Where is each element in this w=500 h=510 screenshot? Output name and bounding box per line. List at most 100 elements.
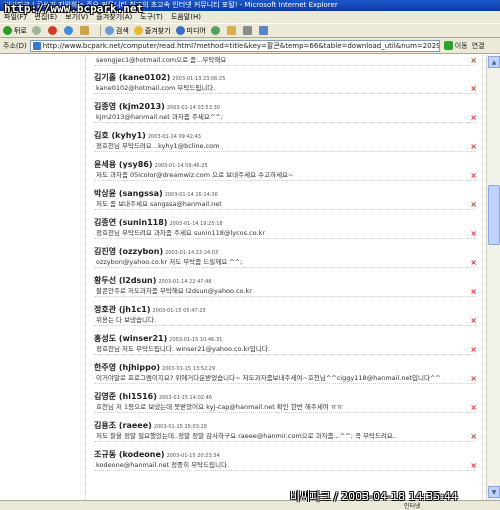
comment-item: 황두선 (l2dsun) 2003-01-14 22:47:48 팔콘안주로 저도… [94, 275, 476, 297]
comment-author: 김영준 (hi1516) [94, 392, 157, 401]
menu-help[interactable]: 도움말(H) [171, 12, 201, 22]
comment-text: 호천님 저 1등으로 보냈는데 못받았어요 kyj-cap@hanmail.ne… [94, 402, 476, 413]
delete-icon[interactable]: × [470, 257, 476, 267]
stop-icon [47, 26, 57, 35]
history-icon [210, 26, 220, 35]
comment-date: 2003-01-15 15:03:28 [153, 424, 207, 430]
menu-tools[interactable]: 도구(T) [140, 12, 163, 22]
forward-icon [31, 26, 41, 35]
delete-icon[interactable]: × [470, 402, 476, 412]
scroll-down-button[interactable]: ▼ [488, 486, 500, 498]
comment-item: 김호 (kyhy1) 2003-01-14 09:42:43 정호천님 부탁드려요… [94, 130, 476, 152]
delete-icon[interactable]: × [470, 344, 476, 354]
refresh-button[interactable] [63, 26, 75, 35]
watermark-timestamp: 비씨파크 / 2003-04-18 14:35:44 [290, 490, 459, 503]
history-button[interactable] [210, 26, 222, 35]
go-button[interactable]: 이동 [443, 41, 468, 51]
back-button[interactable]: 뒤로 [3, 26, 27, 36]
comment-text: 이거야말로 프로그램이지요? 위에거다운받었습니다~ 저도과자좀보내주세여~호천… [94, 373, 476, 384]
comment-item: 윤세용 (ysy86) 2003-01-14 09:46:25 저도 과자좀 05… [94, 159, 476, 181]
delete-icon[interactable]: × [470, 373, 476, 383]
comment-text: 팔콘안주로 저도과자좀 부탁해요 l2dsun@yahoo.co.kr× [94, 286, 476, 297]
edit-button[interactable] [258, 26, 270, 35]
comment-item: 한주영 (hjhippo) 2003-01-15 13:52:29 이거야말로 프… [94, 362, 476, 384]
comment-author: 김기홀 (kane0102) [94, 73, 171, 82]
address-input[interactable]: http://www.bcpark.net/computer/read.html… [29, 39, 440, 52]
favorites-label: 즐겨찾기 [144, 26, 171, 35]
comment-author: 한주영 (hjhippo) [94, 363, 161, 372]
comment-item: 박상윤 (sangssa) 2003-01-14 16:14:36 저도 좀 보내… [94, 188, 476, 210]
comment-author: 윤세용 (ysy86) [94, 160, 153, 169]
media-button[interactable]: 미디어 [175, 26, 206, 36]
edit-icon [258, 26, 268, 35]
toolbar: 뒤로 검색 즐겨찾기 미디어 [0, 23, 500, 38]
address-url: http://www.bcpark.net/computer/read.html… [42, 41, 439, 50]
favorites-button[interactable]: 즐겨찾기 [133, 26, 171, 36]
go-label: 이동 [454, 41, 468, 50]
delete-icon[interactable]: × [470, 55, 476, 65]
comment-author: 김호 (kyhy1) [94, 131, 146, 140]
comment-list: seongjec1@hotmail.com으로 좀...부탁해요× 김기홀 (k… [85, 55, 483, 500]
comment-text: ozzybon@yahoo.co.kr 저도 부탁좀 드릴께요 ^^;× [94, 257, 476, 268]
comment-author: 김종연 (sunin118) [94, 218, 168, 227]
home-icon [79, 26, 89, 35]
search-button[interactable]: 검색 [104, 26, 129, 36]
delete-icon[interactable]: × [470, 112, 476, 122]
comment-date: 2003-01-14 16:14:36 [164, 192, 218, 198]
comment-date: 2003-01-14 22:47:48 [158, 279, 212, 285]
comment-author: 조규동 (kodeone) [94, 450, 165, 459]
home-button[interactable] [79, 26, 91, 35]
comment-author: 정호관 (jh1c1) [94, 305, 151, 314]
comment-date: 2003-01-15 13:52:29 [162, 366, 216, 372]
comment-text: kodeone@hanmail.net 정중히 부탁드립니다.× [94, 460, 476, 471]
print-button[interactable] [242, 26, 254, 35]
links-button[interactable]: 연결 [472, 41, 485, 51]
scroll-thumb[interactable] [488, 185, 500, 245]
delete-icon[interactable]: × [470, 228, 476, 238]
comment-date: 2003-01-14 22:24:03 [165, 250, 219, 256]
comment-text: seongjec1@hotmail.com으로 좀...부탁해요× [94, 55, 476, 66]
delete-icon[interactable]: × [470, 199, 476, 209]
comment-author: 박상윤 (sangssa) [94, 189, 163, 198]
comment-item: 홍성도 (winser21) 2003-01-15 10:46:31 정호천님 저… [94, 333, 476, 355]
delete-icon[interactable]: × [470, 170, 476, 180]
comment-author: 홍성도 (winser21) [94, 334, 168, 343]
comment-author: 김용조 (raeee) [94, 421, 152, 430]
toolbar-divider [99, 25, 101, 36]
stop-button[interactable] [47, 26, 59, 35]
delete-icon[interactable]: × [470, 431, 476, 441]
comment-item: 김영준 (hi1516) 2003-01-15 14:02:46 호천님 저 1등… [94, 391, 476, 413]
comment-date: 2003-01-13 23:06:25 [172, 76, 226, 82]
media-icon [175, 26, 185, 35]
comment-item: 김종영 (kjm2013) 2003-01-14 03:53:30 kjm2013… [94, 101, 476, 123]
comment-date: 2003-01-14 09:42:43 [147, 134, 201, 140]
delete-icon[interactable]: × [470, 460, 476, 470]
forward-button[interactable] [31, 26, 43, 35]
mail-button[interactable] [226, 26, 238, 35]
comment-text: 저도 과자좀 05icolor@dreamwiz.com 으로 보내주세요 수고… [94, 170, 476, 181]
star-icon [133, 26, 143, 35]
delete-icon[interactable]: × [470, 83, 476, 93]
refresh-icon [63, 26, 73, 35]
comment-text: 정호천님 부탁드려요 과자좀 주세요 sunin118@lycos.co.kr× [94, 228, 476, 239]
vertical-scrollbar[interactable]: ▲ ▼ [486, 55, 500, 500]
page-content: seongjec1@hotmail.com으로 좀...부탁해요× 김기홀 (k… [0, 55, 486, 500]
comment-text: 정호천님 저도 부탁드립니다. winser21@yahoo.co.kr입니다.… [94, 344, 476, 355]
watermark-url: http://www.bcpark.net [4, 2, 144, 15]
print-icon [242, 26, 252, 35]
delete-icon[interactable]: × [470, 141, 476, 151]
back-icon [3, 26, 12, 35]
go-arrow-icon [443, 41, 453, 50]
comment-item: 조규동 (kodeone) 2003-01-15 20:23:34 kodeone… [94, 449, 476, 471]
media-label: 미디어 [186, 26, 206, 35]
comment-date: 2003-01-14 19:25:18 [169, 221, 223, 227]
comment-date: 2003-01-14 03:53:30 [166, 105, 220, 111]
comment-item: 김용조 (raeee) 2003-01-15 15:03:28 저도 잘을 정말 … [94, 420, 476, 442]
address-bar: 주소(D) http://www.bcpark.net/computer/rea… [0, 38, 500, 54]
delete-icon[interactable]: × [470, 286, 476, 296]
comment-author: 김진영 (ozzybon) [94, 247, 164, 256]
scroll-up-button[interactable]: ▲ [488, 56, 500, 68]
comment-author: 황두선 (l2dsun) [94, 276, 157, 285]
comment-date: 2003-01-15 05:47:23 [152, 308, 206, 314]
delete-icon[interactable]: × [470, 315, 476, 325]
